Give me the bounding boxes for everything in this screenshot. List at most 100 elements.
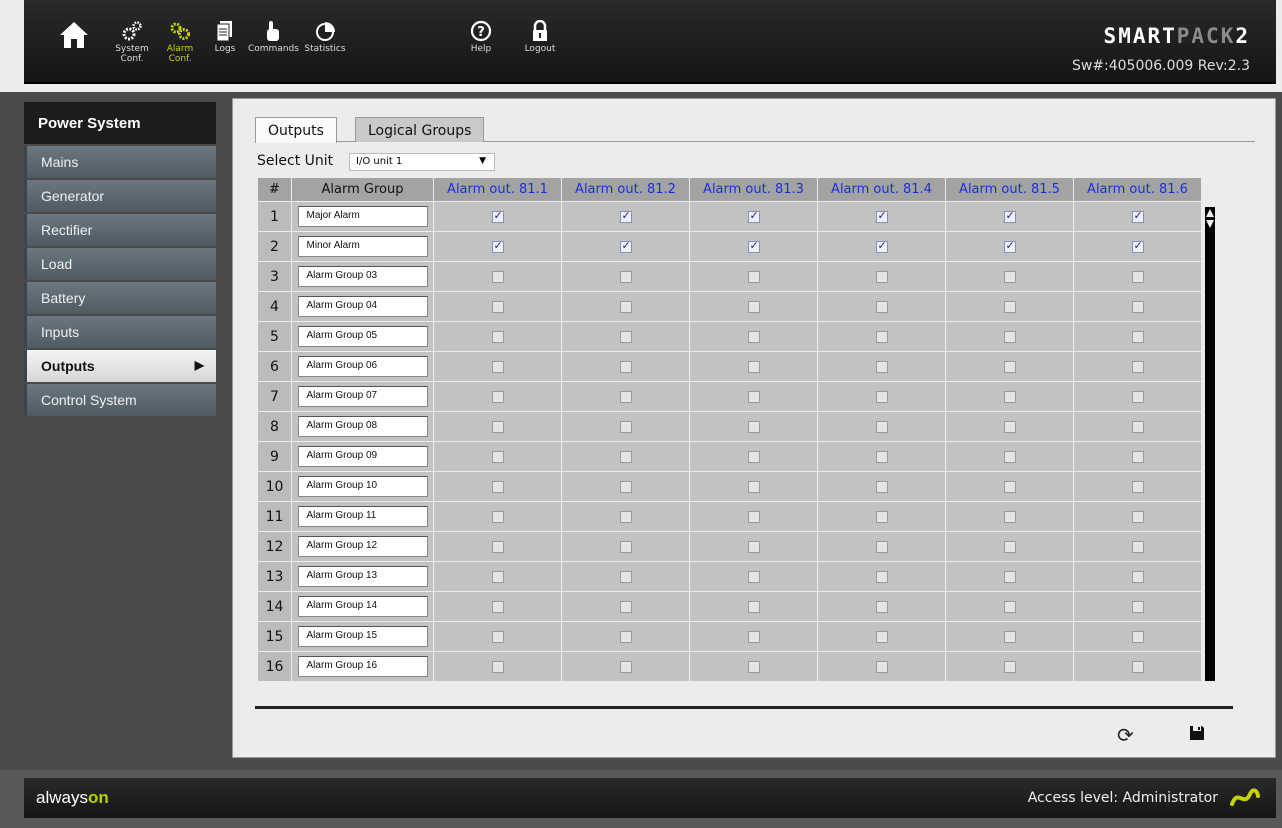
alarm-group-name-field[interactable]: Alarm Group 05 [297, 326, 428, 347]
alarm-group-name-field[interactable]: Alarm Group 12 [297, 536, 428, 557]
alarm-output-checkbox[interactable] [875, 510, 888, 523]
alarm-output-checkbox[interactable] [1131, 270, 1144, 283]
alarm-output-checkbox[interactable] [1131, 570, 1144, 583]
alarm-group-name-field[interactable]: Alarm Group 15 [297, 626, 428, 647]
alarm-group-name-field[interactable]: Alarm Group 03 [297, 266, 428, 287]
alarm-output-checkbox[interactable] [747, 330, 760, 343]
alarm-output-checkbox[interactable] [491, 570, 504, 583]
alarm-group-name-field[interactable]: Alarm Group 10 [297, 476, 428, 497]
alarm-output-checkbox[interactable] [875, 450, 888, 463]
alarm-output-checkbox[interactable] [1003, 420, 1016, 433]
alarm-output-checkbox[interactable] [1131, 600, 1144, 613]
alarm-output-checkbox[interactable] [619, 270, 632, 283]
alarm-output-checkbox[interactable] [491, 300, 504, 313]
alarm-output-checkbox[interactable] [619, 300, 632, 313]
scroll-down-icon[interactable] [1206, 220, 1214, 228]
alarm-output-checkbox[interactable] [1131, 360, 1144, 373]
alarm-output-checkbox[interactable] [1131, 420, 1144, 433]
unit-select[interactable]: I/O unit 1 ▼ [349, 153, 495, 171]
alarm-output-checkbox[interactable] [491, 540, 504, 553]
alarm-output-checkbox[interactable] [491, 360, 504, 373]
tab-outputs[interactable]: Outputs [255, 117, 337, 143]
nav-help[interactable]: ? Help [466, 20, 496, 68]
alarm-output-checkbox[interactable] [875, 270, 888, 283]
alarm-output-checkbox[interactable] [491, 600, 504, 613]
alarm-output-checkbox[interactable] [875, 600, 888, 613]
alarm-output-checkbox[interactable] [619, 630, 632, 643]
alarm-output-checkbox[interactable] [1131, 480, 1144, 493]
alarm-output-checkbox[interactable] [491, 209, 504, 223]
nav-statistics[interactable]: Statistics [302, 20, 348, 68]
alarm-output-checkbox[interactable] [619, 209, 632, 223]
alarm-output-checkbox[interactable] [491, 450, 504, 463]
alarm-output-checkbox[interactable] [747, 450, 760, 463]
alarm-output-checkbox[interactable] [619, 600, 632, 613]
alarm-output-checkbox[interactable] [747, 300, 760, 313]
alarm-output-checkbox[interactable] [747, 630, 760, 643]
alarm-output-checkbox[interactable] [491, 239, 504, 253]
alarm-output-checkbox[interactable] [1003, 239, 1016, 253]
alarm-output-checkbox[interactable] [875, 239, 888, 253]
alarm-output-checkbox[interactable] [619, 360, 632, 373]
alarm-output-checkbox[interactable] [875, 570, 888, 583]
tab-logical-groups[interactable]: Logical Groups [355, 117, 485, 142]
alarm-output-checkbox[interactable] [875, 300, 888, 313]
alarm-output-checkbox[interactable] [1003, 360, 1016, 373]
alarm-output-checkbox[interactable] [875, 390, 888, 403]
sidebar-item-battery[interactable]: Battery [24, 282, 216, 314]
alarm-group-name-field[interactable]: Alarm Group 09 [297, 446, 428, 467]
alarm-output-checkbox[interactable] [1003, 270, 1016, 283]
alarm-output-checkbox[interactable] [1131, 390, 1144, 403]
alarm-output-checkbox[interactable] [619, 239, 632, 253]
alarm-output-checkbox[interactable] [875, 420, 888, 433]
nav-logout[interactable]: Logout [524, 20, 556, 68]
alarm-output-checkbox[interactable] [747, 360, 760, 373]
alarm-group-name-field[interactable]: Alarm Group 16 [297, 656, 428, 677]
sidebar-item-load[interactable]: Load [24, 248, 216, 280]
alarm-output-checkbox[interactable] [1003, 660, 1016, 673]
alarm-output-checkbox[interactable] [619, 450, 632, 463]
nav-home[interactable] [56, 20, 92, 68]
alarm-output-checkbox[interactable] [875, 630, 888, 643]
alarm-output-checkbox[interactable] [491, 390, 504, 403]
alarm-output-checkbox[interactable] [1131, 630, 1144, 643]
alarm-output-checkbox[interactable] [619, 510, 632, 523]
nav-logs[interactable]: Logs [210, 20, 240, 68]
alarm-output-checkbox[interactable] [1131, 239, 1144, 253]
alarm-output-checkbox[interactable] [747, 270, 760, 283]
sidebar-item-generator[interactable]: Generator [24, 180, 216, 212]
alarm-output-checkbox[interactable] [619, 330, 632, 343]
nav-system-conf[interactable]: System Conf. [112, 20, 152, 68]
scroll-up-icon[interactable] [1206, 209, 1214, 217]
alarm-output-checkbox[interactable] [747, 480, 760, 493]
sidebar-item-mains[interactable]: Mains [24, 146, 216, 178]
sidebar-item-outputs[interactable]: Outputs ▶ [24, 350, 216, 382]
alarm-output-checkbox[interactable] [491, 510, 504, 523]
alarm-group-name-field[interactable]: Alarm Group 13 [297, 566, 428, 587]
alarm-output-checkbox[interactable] [1131, 209, 1144, 223]
alarm-output-checkbox[interactable] [619, 390, 632, 403]
alarm-output-checkbox[interactable] [875, 660, 888, 673]
alarm-output-checkbox[interactable] [1131, 510, 1144, 523]
alarm-output-checkbox[interactable] [1003, 209, 1016, 223]
alarm-output-checkbox[interactable] [875, 209, 888, 223]
alarm-output-checkbox[interactable] [747, 570, 760, 583]
alarm-group-name-field[interactable]: Alarm Group 06 [297, 356, 428, 377]
alarm-output-checkbox[interactable] [491, 660, 504, 673]
alarm-output-checkbox[interactable] [1003, 540, 1016, 553]
sidebar-item-control-system[interactable]: Control System [24, 384, 216, 416]
alarm-output-checkbox[interactable] [747, 420, 760, 433]
alarm-output-checkbox[interactable] [1003, 450, 1016, 463]
alarm-output-checkbox[interactable] [875, 360, 888, 373]
save-button[interactable] [1189, 725, 1205, 745]
alarm-group-name-field[interactable]: Minor Alarm [297, 236, 428, 257]
alarm-output-checkbox[interactable] [1003, 300, 1016, 313]
sidebar-item-rectifier[interactable]: Rectifier [24, 214, 216, 246]
sidebar-item-inputs[interactable]: Inputs [24, 316, 216, 348]
alarm-output-checkbox[interactable] [491, 270, 504, 283]
alarm-output-checkbox[interactable] [619, 480, 632, 493]
nav-commands[interactable]: Commands [248, 20, 299, 68]
alarm-output-checkbox[interactable] [1003, 330, 1016, 343]
alarm-output-checkbox[interactable] [619, 420, 632, 433]
alarm-output-checkbox[interactable] [1131, 450, 1144, 463]
